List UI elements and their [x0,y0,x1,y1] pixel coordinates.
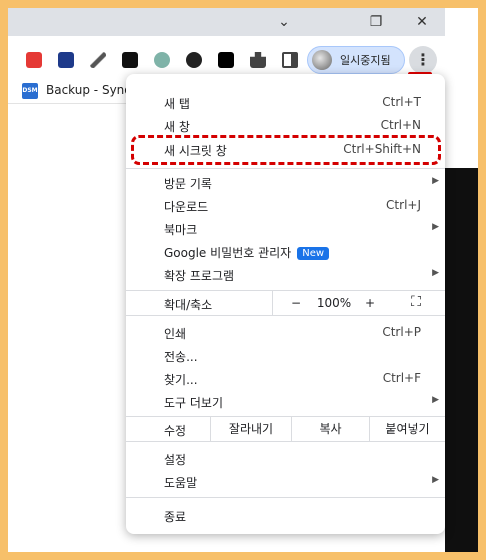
menu-item-new-tab[interactable]: 새 탭 Ctrl+T [126,91,445,114]
extension-red-icon[interactable] [26,52,42,68]
dsm-icon: DSM [22,83,38,99]
menu-separator [126,497,445,498]
menu-kebab-icon[interactable]: ⋮ [409,46,437,74]
menu-item-cast[interactable]: 전송... [126,344,445,367]
extension-dark-icon[interactable] [122,52,138,68]
menu-separator [126,441,445,442]
puzzle-icon[interactable] [250,52,266,68]
menu-item-label: 설정 [164,453,187,467]
chevron-right-icon: ▶ [432,268,439,278]
extension-colorful-icon[interactable] [58,52,74,68]
menu-separator [126,315,445,316]
profile-label: 일시중지됨 [340,54,391,67]
zoom-out-button[interactable]: − [286,296,306,310]
restore-button[interactable]: ❐ [364,10,388,34]
menu-item-passwords[interactable]: Google 비밀번호 관리자 New [126,240,445,263]
edit-row: 수정 잘라내기 복사 붙여넣기 [126,417,445,441]
menu-item-label: 인쇄 [164,327,187,341]
menu-item-shortcut: Ctrl+F [382,371,421,385]
close-button[interactable]: ✕ [410,10,434,34]
menu-item-label: 다운로드 [164,200,209,214]
menu-item-downloads[interactable]: 다운로드 Ctrl+J [126,194,445,217]
menu-item-shortcut: Ctrl+N [380,118,421,132]
menu-item-label: 방문 기록 [164,177,212,191]
menu-item-new-window[interactable]: 새 창 Ctrl+N [126,114,445,137]
chevron-right-icon: ▶ [432,475,439,485]
chevron-right-icon: ▶ [432,222,439,232]
extension-black-icon[interactable] [218,52,234,68]
page-content-top [445,8,478,168]
copy-button[interactable]: 복사 [291,417,369,441]
avatar [312,50,332,70]
profile-button[interactable]: 일시중지됨 [307,46,405,74]
fullscreen-icon[interactable]: ⛶ [406,294,426,310]
incognito-dashed-highlight [131,135,441,165]
menu-item-label: 도움말 [164,476,198,490]
zoom-label: 확대/축소 [164,298,213,312]
menu-item-label: Google 비밀번호 관리자 New [164,244,330,261]
zoom-in-button[interactable]: + [360,296,380,310]
menu-item-shortcut: Ctrl+J [386,198,421,212]
extension-bolt-icon[interactable] [186,52,202,68]
menu-item-more-tools[interactable]: 도구 더보기 ▶ [126,390,445,413]
paste-button[interactable]: 붙여넣기 [369,417,445,441]
cut-button[interactable]: 잘라내기 [210,417,291,441]
menu-item-label: 새 탭 [164,97,190,111]
menu-item-settings[interactable]: 설정 [126,447,445,470]
menu-item-exit[interactable]: 종료 [126,504,445,527]
chevron-right-icon: ▶ [432,395,439,405]
menu-item-shortcut: Ctrl+P [382,325,421,339]
menu-item-label: 확장 프로그램 [164,269,235,283]
menu-item-label: 도구 더보기 [164,396,224,410]
menu-item-shortcut: Ctrl+T [382,95,421,109]
menu-item-bookmarks[interactable]: 북마크 ▶ [126,217,445,240]
edit-label: 수정 [164,424,187,438]
eyedropper-icon[interactable] [90,52,106,68]
toolbar: 일시중지됨 ⋮ [8,44,445,76]
minimize-button[interactable]: ⌄ [272,10,296,34]
zoom-row: 확대/축소 − 100% + ⛶ [126,291,445,315]
menu-item-find[interactable]: 찾기... Ctrl+F [126,367,445,390]
browser-window: ⌄ ❐ ✕ 일시중지됨 ⋮ DSM Backup - Syno 새 탭 Ctrl… [8,8,478,552]
menu-item-extensions[interactable]: 확장 프로그램 ▶ [126,263,445,286]
menu-item-label: 북마크 [164,223,198,237]
menu-item-print[interactable]: 인쇄 Ctrl+P [126,321,445,344]
title-bar: ⌄ ❐ ✕ [8,8,445,36]
chrome-menu: 새 탭 Ctrl+T 새 창 Ctrl+N 새 시크릿 창 Ctrl+Shift… [126,74,445,534]
menu-item-label: 종료 [164,510,187,524]
password-manager-label: Google 비밀번호 관리자 [164,246,292,260]
side-panel-icon[interactable] [282,52,298,68]
menu-item-help[interactable]: 도움말 ▶ [126,470,445,493]
bookmark-backup[interactable]: Backup - Syno [46,83,132,97]
zoom-value: 100% [316,296,352,310]
menu-item-label: 새 창 [164,120,190,134]
menu-item-history[interactable]: 방문 기록 ▶ [126,171,445,194]
menu-item-label: 찾기... [164,373,198,387]
menu-separator [126,168,445,169]
extension-green-icon[interactable] [154,52,170,68]
menu-item-label: 전송... [164,350,198,364]
chevron-right-icon: ▶ [432,176,439,186]
new-badge: New [297,247,330,260]
